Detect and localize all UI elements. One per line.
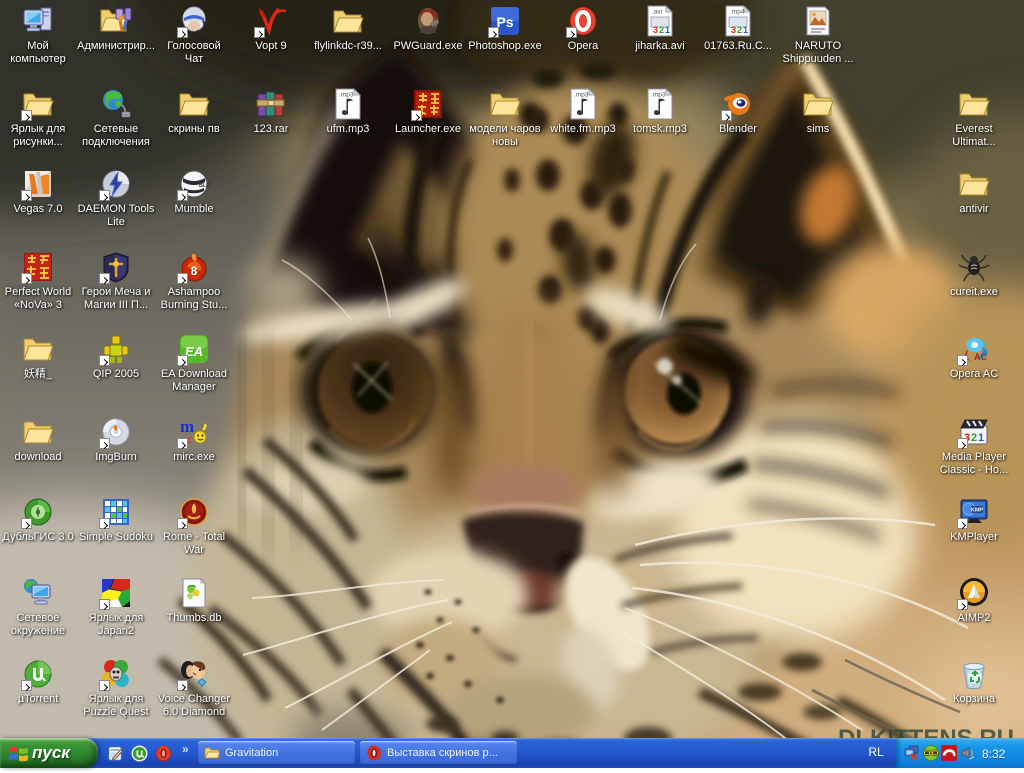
svg-text:AC: AC [974,352,987,362]
svg-text:KMP: KMP [971,508,984,514]
svg-text:2: 2 [737,25,742,35]
svg-text:3: 3 [653,25,658,35]
svg-text:BLE: BLE [199,183,210,189]
svg-text:.avi: .avi [652,9,662,16]
svg-text:.mp3: .mp3 [339,92,354,99]
svg-text:Ps: Ps [496,14,513,30]
svg-text:8: 8 [191,264,198,278]
svg-text:1: 1 [978,432,984,444]
svg-text:1: 1 [743,25,748,35]
svg-text:.mp3: .mp3 [651,92,666,99]
svg-text:1: 1 [665,25,670,35]
svg-text:.mp4: .mp4 [730,9,745,16]
svg-text:2: 2 [659,25,664,35]
svg-text:3: 3 [731,25,736,35]
svg-text:2: 2 [971,432,977,444]
svg-text:.mp3: .mp3 [574,92,589,99]
